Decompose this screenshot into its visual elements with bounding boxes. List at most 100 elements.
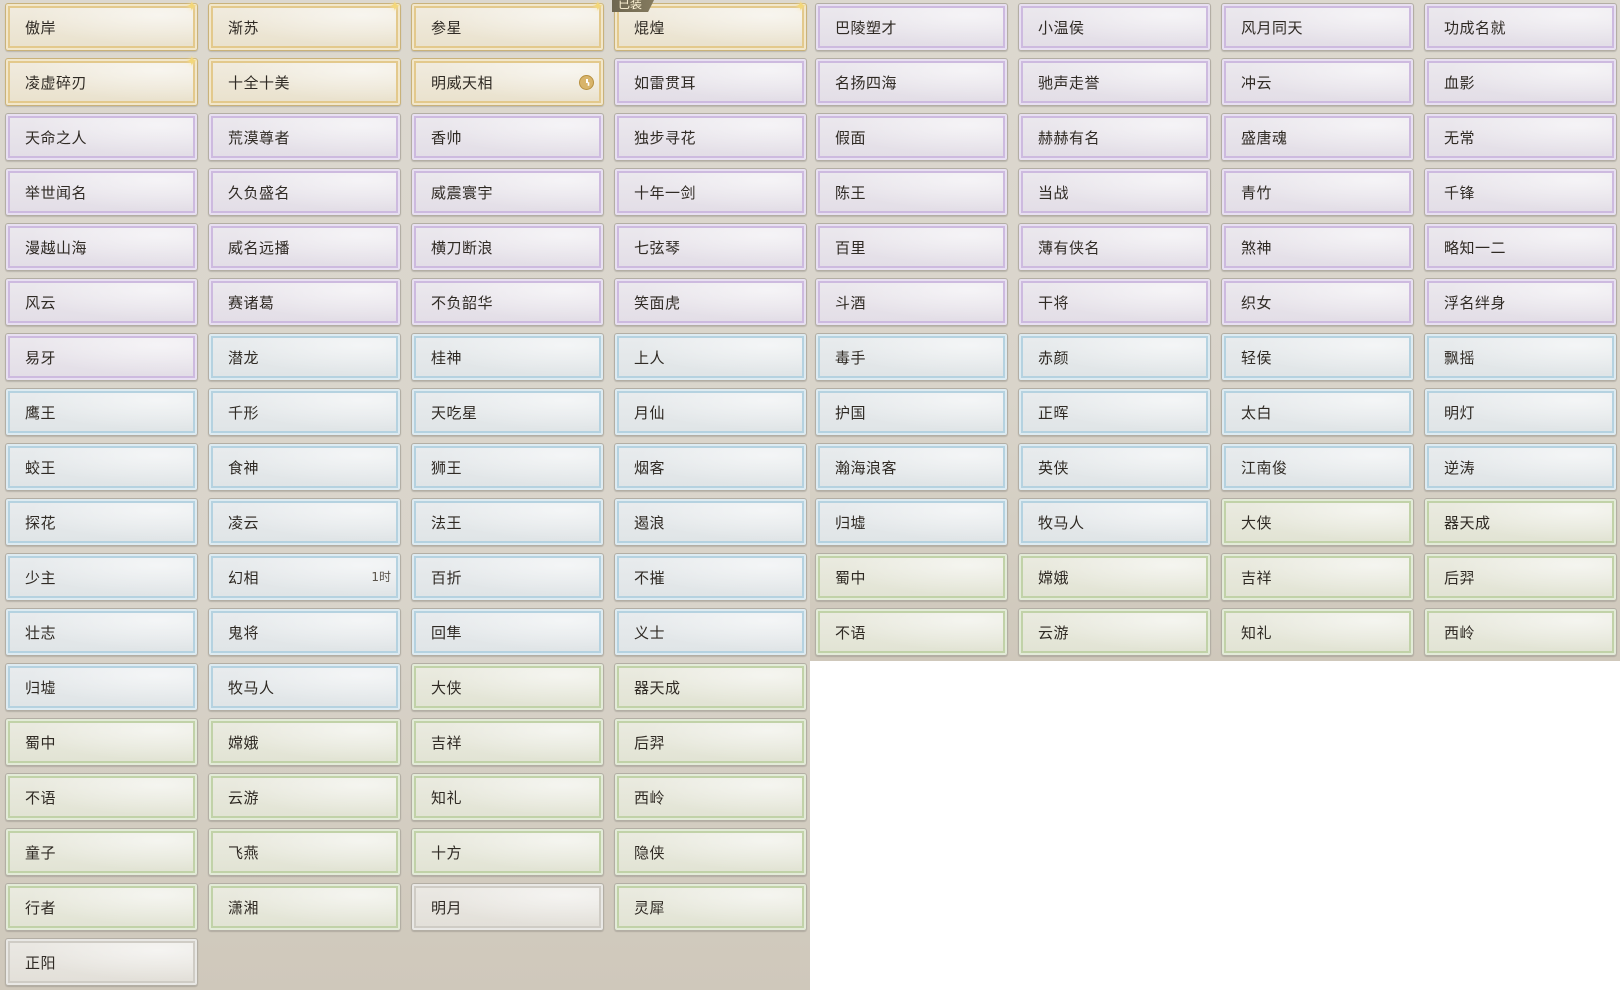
title-card[interactable]: 狮王 — [411, 443, 604, 491]
title-card[interactable]: 百折 — [411, 553, 604, 601]
title-card[interactable]: 隐侠 — [614, 828, 807, 876]
title-card[interactable]: 后羿 — [614, 718, 807, 766]
title-card[interactable]: 略知一二 — [1424, 223, 1617, 271]
title-card[interactable]: 巴陵塑才 — [815, 3, 1008, 51]
title-card[interactable]: 驰声走誉 — [1018, 58, 1211, 106]
title-card[interactable]: 血影 — [1424, 58, 1617, 106]
title-card[interactable]: 童子 — [5, 828, 198, 876]
title-card[interactable]: 器天成 — [614, 663, 807, 711]
title-card[interactable]: 吉祥 — [411, 718, 604, 766]
title-card[interactable]: 上人 — [614, 333, 807, 381]
title-list-panel-left[interactable]: 傲岸 ✦ 凌虚碎刃 ✦ 天命之人 举世闻名 漫越山海 风云 易牙 鹰王 蛟王 探花 少主 壮志 归墟 蜀中 不语… — [0, 0, 810, 990]
title-card[interactable]: 百里 — [815, 223, 1008, 271]
title-card[interactable]: 义士 — [614, 608, 807, 656]
title-card[interactable]: 风云 — [5, 278, 198, 326]
title-card[interactable]: 渐苏 ✦ — [208, 0, 401, 51]
title-card[interactable]: 功成名就 — [1424, 3, 1617, 51]
title-card[interactable]: 吉祥 — [1221, 553, 1414, 601]
title-card[interactable]: 薄有侠名 — [1018, 223, 1211, 271]
title-card[interactable]: 不摧 — [614, 553, 807, 601]
title-card[interactable]: 潇湘 — [208, 883, 401, 931]
title-card[interactable]: 明月 — [411, 883, 604, 931]
title-card[interactable]: 干将 — [1018, 278, 1211, 326]
title-card[interactable]: 瀚海浪客 — [815, 443, 1008, 491]
title-card[interactable]: 凌云 — [208, 498, 401, 546]
title-card[interactable]: 风月同天 — [1221, 3, 1414, 51]
title-card[interactable]: 漫越山海 — [5, 223, 198, 271]
title-card[interactable]: 壮志 — [5, 608, 198, 656]
title-card[interactable]: 逆涛 — [1424, 443, 1617, 491]
title-card[interactable]: 英侠 — [1018, 443, 1211, 491]
title-card[interactable]: 毒手 — [815, 333, 1008, 381]
title-card[interactable]: 鬼将 — [208, 608, 401, 656]
title-card[interactable]: 蜀中 — [815, 553, 1008, 601]
title-card[interactable]: 香帅 — [411, 113, 604, 161]
title-card[interactable]: 易牙 — [5, 333, 198, 381]
title-card[interactable]: 横刀断浪 — [411, 223, 604, 271]
title-card[interactable]: 牧马人 — [1018, 498, 1211, 546]
title-card[interactable]: 桂神 — [411, 333, 604, 381]
title-card[interactable]: 护国 — [815, 388, 1008, 436]
title-card[interactable]: 西岭 — [1424, 608, 1617, 656]
title-card[interactable]: 蛟王 — [5, 443, 198, 491]
title-card[interactable]: 后羿 — [1424, 553, 1617, 601]
title-card[interactable]: 举世闻名 — [5, 168, 198, 216]
title-card[interactable]: 假面 — [815, 113, 1008, 161]
title-card[interactable]: 不负韶华 — [411, 278, 604, 326]
title-card[interactable]: 十全十美 — [208, 58, 401, 106]
title-card[interactable]: 傲岸 ✦ — [5, 0, 198, 51]
title-card[interactable]: 十方 — [411, 828, 604, 876]
title-card[interactable]: 陈王 — [815, 168, 1008, 216]
title-card[interactable]: 西岭 — [614, 773, 807, 821]
title-card[interactable]: 凌虚碎刃 ✦ — [5, 55, 198, 106]
title-card[interactable]: 少主 — [5, 553, 198, 601]
title-card[interactable]: 牧马人 — [208, 663, 401, 711]
title-card[interactable]: 飞燕 — [208, 828, 401, 876]
title-card[interactable]: 当战 — [1018, 168, 1211, 216]
title-card[interactable]: 飘摇 — [1424, 333, 1617, 381]
title-card[interactable]: 千形 — [208, 388, 401, 436]
title-card[interactable]: 轻侯 — [1221, 333, 1414, 381]
title-card[interactable]: 小温侯 — [1018, 3, 1211, 51]
title-card[interactable]: 如雷贯耳 — [614, 58, 807, 106]
title-card[interactable]: 久负盛名 — [208, 168, 401, 216]
title-card[interactable]: 参星 ✦ — [411, 0, 604, 51]
title-card[interactable]: 笑面虎 — [614, 278, 807, 326]
title-card[interactable]: 烟客 — [614, 443, 807, 491]
title-card[interactable]: 煞神 — [1221, 223, 1414, 271]
title-card[interactable]: 大侠 — [1221, 498, 1414, 546]
title-card[interactable]: 无常 — [1424, 113, 1617, 161]
title-card[interactable]: 鹰王 — [5, 388, 198, 436]
title-card[interactable]: 七弦琴 — [614, 223, 807, 271]
title-card[interactable]: 食神 — [208, 443, 401, 491]
title-card[interactable]: 天吃星 — [411, 388, 604, 436]
title-card[interactable]: 不语 — [815, 608, 1008, 656]
title-card[interactable]: 探花 — [5, 498, 198, 546]
title-card[interactable]: 明威天相 — [411, 58, 604, 106]
title-card[interactable]: 织女 — [1221, 278, 1414, 326]
title-card[interactable]: 大侠 — [411, 663, 604, 711]
title-card[interactable]: 知礼 — [411, 773, 604, 821]
title-card[interactable]: 盛唐魂 — [1221, 113, 1414, 161]
title-card[interactable]: 千锋 — [1424, 168, 1617, 216]
title-card[interactable]: 潜龙 — [208, 333, 401, 381]
title-card[interactable]: 嫦娥 — [1018, 553, 1211, 601]
title-card[interactable]: 蜀中 — [5, 718, 198, 766]
title-card[interactable]: 江南俊 — [1221, 443, 1414, 491]
title-card[interactable]: 焜煌 ✦ 已装 — [612, 0, 807, 51]
title-card[interactable]: 荒漠尊者 — [208, 113, 401, 161]
title-card[interactable]: 不语 — [5, 773, 198, 821]
title-list-panel-right[interactable]: 巴陵塑才 名扬四海 假面 陈王 百里 斗酒 毒手 护国 瀚海浪客 归墟 蜀中 不语 小温侯 驰声走誉 赫赫有… — [810, 0, 1620, 661]
title-card[interactable]: 浮名绊身 — [1424, 278, 1617, 326]
title-card[interactable]: 知礼 — [1221, 608, 1414, 656]
title-card[interactable]: 遏浪 — [614, 498, 807, 546]
title-card[interactable]: 归墟 — [5, 663, 198, 711]
title-card[interactable]: 威震寰宇 — [411, 168, 604, 216]
title-card[interactable]: 赫赫有名 — [1018, 113, 1211, 161]
title-card[interactable]: 独步寻花 — [614, 113, 807, 161]
title-card[interactable]: 十年一剑 — [614, 168, 807, 216]
title-card[interactable]: 嫦娥 — [208, 718, 401, 766]
title-card[interactable]: 赛诸葛 — [208, 278, 401, 326]
title-card[interactable]: 斗酒 — [815, 278, 1008, 326]
title-card[interactable]: 云游 — [208, 773, 401, 821]
